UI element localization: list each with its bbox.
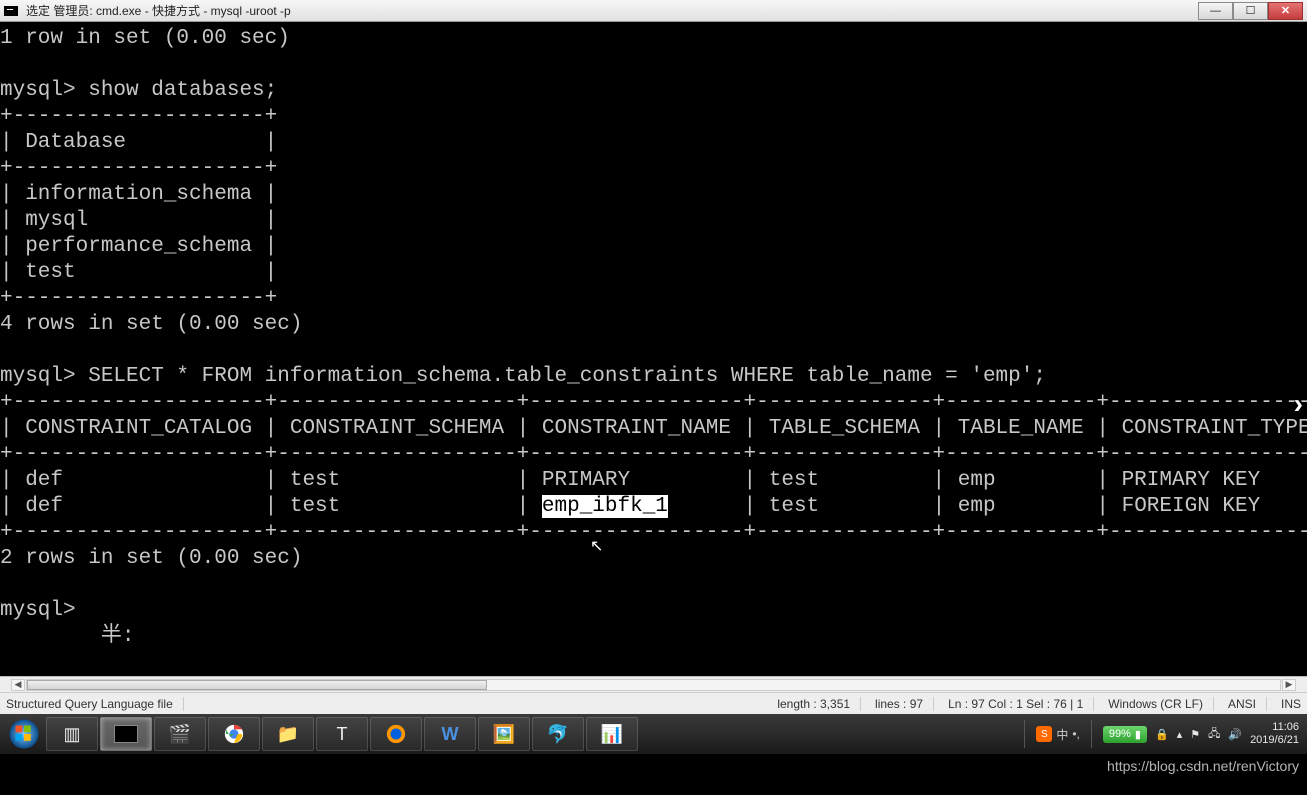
chrome-icon xyxy=(223,723,245,745)
window-controls: — ☐ ✕ xyxy=(1198,2,1303,20)
taskbar-app-wps[interactable]: W xyxy=(424,717,476,751)
tray-network-icon[interactable]: 🖧 xyxy=(1208,725,1220,744)
status-length: length : 3,351 xyxy=(777,697,861,711)
clock-date: 2019/6/21 xyxy=(1250,734,1299,747)
tray-ime-icon[interactable]: 中 xyxy=(1056,726,1068,743)
status-encoding: ANSI xyxy=(1228,697,1267,711)
taskbar-app-chart[interactable]: 📊 xyxy=(586,717,638,751)
output-line: +--------------------+------------------… xyxy=(0,521,1307,544)
tray-notify-icon[interactable]: 🔒 xyxy=(1155,728,1169,741)
tray-flag-icon[interactable]: ⚑ xyxy=(1190,728,1200,741)
battery-icon: ▮ xyxy=(1135,728,1141,741)
taskbar-app-cmd[interactable] xyxy=(100,717,152,751)
status-position: Ln : 97 Col : 1 Sel : 76 | 1 xyxy=(948,697,1094,711)
tray-sogou-icon[interactable]: S xyxy=(1036,726,1052,742)
output-misc: 半: xyxy=(0,625,134,648)
system-tray: S 中 •, 99% ▮ 🔒 ▴ ⚑ 🖧 🔊 11:06 2019/6/21 xyxy=(1021,720,1303,748)
output-line: | performance_schema | xyxy=(0,235,277,258)
watermark-text: https://blog.csdn.net/renVictory xyxy=(1107,758,1299,774)
output-line: +--------------------+ xyxy=(0,105,277,128)
taskbar-app-text[interactable]: T xyxy=(316,717,368,751)
output-line: +--------------------+------------------… xyxy=(0,443,1307,466)
close-button[interactable]: ✕ xyxy=(1268,2,1303,20)
output-line: +--------------------+ xyxy=(0,287,277,310)
output-line: | mysql | xyxy=(0,209,277,232)
window-title-text: 选定 管理员: cmd.exe - 快捷方式 - mysql -uroot -p xyxy=(26,2,291,19)
cmd-icon xyxy=(4,6,18,16)
minimize-button[interactable]: — xyxy=(1198,2,1233,20)
windows-taskbar: ▥ 🎬 📁 T W 🖼️ 🐬 📊 S 中 •, 99% ▮ 🔒 ▴ ⚑ 🖧 🔊 … xyxy=(0,714,1307,754)
output-line: 4 rows in set (0.00 sec) xyxy=(0,313,302,336)
status-lines: lines : 97 xyxy=(875,697,934,711)
output-line: | Database | xyxy=(0,131,277,154)
status-filetype: Structured Query Language file xyxy=(6,697,184,711)
tray-volume-icon[interactable]: 🔊 xyxy=(1228,728,1242,741)
taskbar-app-explorer[interactable]: ▥ xyxy=(46,717,98,751)
scroll-left-arrow-icon[interactable]: ◀ xyxy=(11,679,25,691)
output-line: mysql> show databases; xyxy=(0,79,277,102)
tray-status-icon[interactable]: •, xyxy=(1072,727,1080,741)
output-line: mysql> SELECT * FROM information_schema.… xyxy=(0,365,1046,388)
clock-time: 11:06 xyxy=(1250,721,1299,734)
battery-percent: 99% xyxy=(1109,728,1131,740)
output-line: +--------------------+------------------… xyxy=(0,391,1307,414)
editor-statusbar: Structured Query Language file length : … xyxy=(0,692,1307,714)
output-line: | def | test | emp_ibfk_1 | test | emp |… xyxy=(0,495,1307,518)
windows-logo-icon xyxy=(7,717,41,751)
output-line: | CONSTRAINT_CATALOG | CONSTRAINT_SCHEMA… xyxy=(0,417,1307,440)
output-prompt: mysql> xyxy=(0,599,88,622)
output-line: | test | xyxy=(0,261,277,284)
scrollbar-track[interactable] xyxy=(26,679,1281,691)
taskbar-app-chrome[interactable] xyxy=(208,717,260,751)
taskbar-app-folder[interactable]: 📁 xyxy=(262,717,314,751)
output-line: | information_schema | xyxy=(0,183,277,206)
window-titlebar: 选定 管理员: cmd.exe - 快捷方式 - mysql -uroot -p… xyxy=(0,0,1307,22)
taskbar-app-firefox[interactable] xyxy=(370,717,422,751)
bottom-margin: https://blog.csdn.net/renVictory xyxy=(0,754,1307,780)
output-line: 1 row in set (0.00 sec) xyxy=(0,27,290,50)
next-arrow-icon[interactable]: › xyxy=(1294,388,1303,420)
status-eol: Windows (CR LF) xyxy=(1108,697,1214,711)
start-button[interactable] xyxy=(4,714,44,754)
terminal-output[interactable]: 1 row in set (0.00 sec) mysql> show data… xyxy=(0,22,1307,676)
taskbar-app-media[interactable]: 🎬 xyxy=(154,717,206,751)
selected-text: emp_ibfk_1 xyxy=(542,495,668,518)
output-line: +--------------------+ xyxy=(0,157,277,180)
clock[interactable]: 11:06 2019/6/21 xyxy=(1250,721,1299,747)
status-mode: INS xyxy=(1281,697,1301,711)
scroll-right-arrow-icon[interactable]: ▶ xyxy=(1282,679,1296,691)
firefox-icon xyxy=(385,723,407,745)
tray-icon-group[interactable]: ▴ xyxy=(1177,728,1183,741)
window-title: 选定 管理员: cmd.exe - 快捷方式 - mysql -uroot -p xyxy=(4,2,1198,19)
taskbar-app-paint[interactable]: 🖼️ xyxy=(478,717,530,751)
maximize-button[interactable]: ☐ xyxy=(1233,2,1268,20)
output-line: 2 rows in set (0.00 sec) xyxy=(0,547,302,570)
horizontal-scrollbar[interactable]: ◀ ▶ xyxy=(0,676,1307,692)
output-line: | def | test | PRIMARY | test | emp | PR… xyxy=(0,469,1307,492)
battery-indicator[interactable]: 99% ▮ xyxy=(1103,726,1147,743)
scrollbar-thumb[interactable] xyxy=(27,680,487,690)
taskbar-app-mysql[interactable]: 🐬 xyxy=(532,717,584,751)
